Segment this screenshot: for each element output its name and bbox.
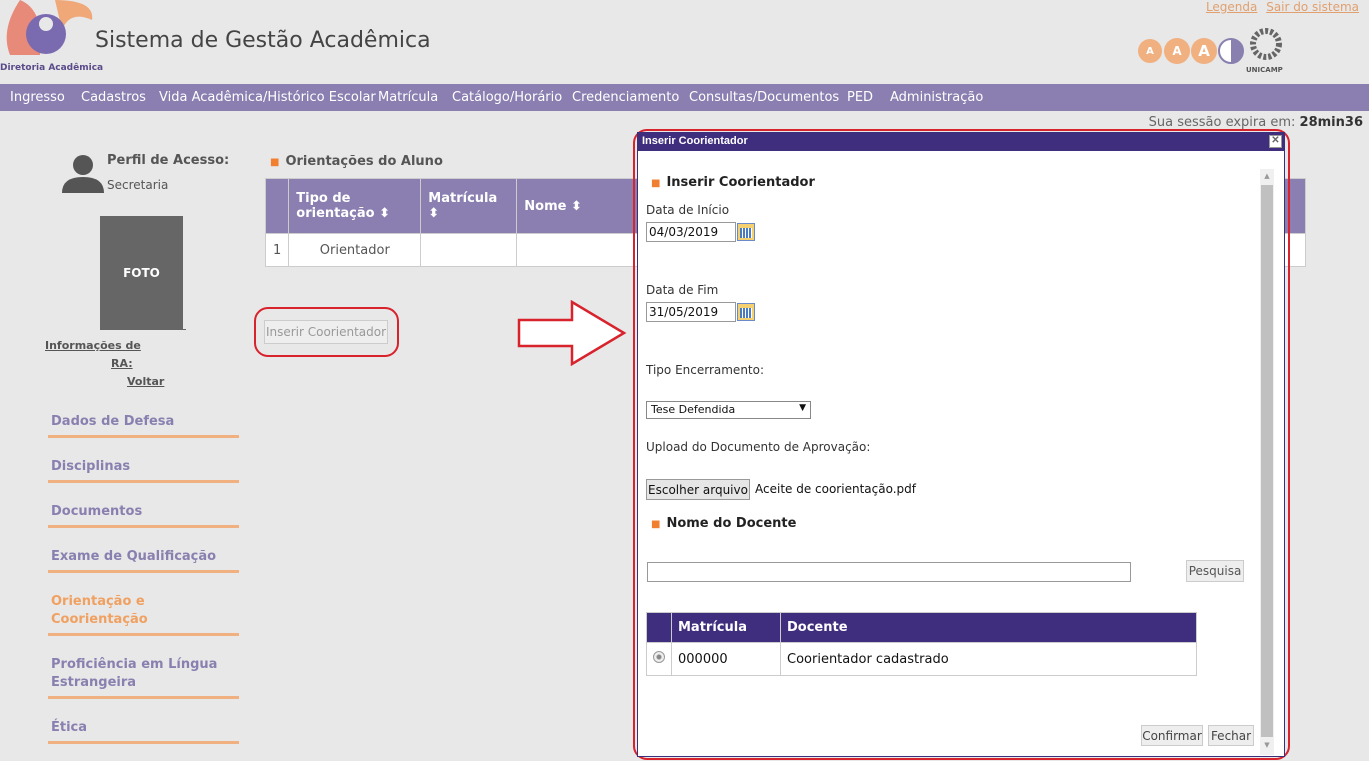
row-matricula	[420, 233, 518, 267]
docente-name-input[interactable]	[647, 562, 1131, 582]
dac-logo	[6, 0, 93, 55]
nav-administracao[interactable]: Administração	[890, 90, 983, 105]
nav-credenciamento[interactable]: Credenciamento	[572, 90, 679, 105]
nav-ingresso[interactable]: Ingresso	[10, 90, 65, 105]
profile-label: Perfil de Acesso:	[107, 153, 230, 168]
scroll-thumb[interactable]	[1261, 185, 1273, 737]
confirm-button[interactable]: Confirmar	[1141, 725, 1203, 746]
docente-section-title: ■ Nome do Docente	[651, 516, 796, 531]
dialog-section-title: ■ Inserir Coorientador	[651, 175, 815, 190]
font-large-button[interactable]: A	[1191, 38, 1217, 64]
end-date-input[interactable]	[646, 302, 736, 322]
docente-section-title-text: Nome do Docente	[666, 516, 797, 531]
bullet-icon: ■	[651, 519, 661, 530]
upload-label: Upload do Documento de Aprovação:	[646, 440, 871, 454]
nav-vida-academica[interactable]: Vida Acadêmica/Histórico Escolar	[159, 90, 376, 105]
logout-link[interactable]: Sair do sistema	[1266, 0, 1359, 14]
row-tipo: Orientador	[288, 233, 422, 267]
calendar-icon[interactable]	[737, 223, 755, 241]
column-docente: Docente	[780, 612, 1197, 643]
legend-link[interactable]: Legenda	[1206, 0, 1257, 14]
photo-border	[183, 329, 186, 330]
closure-type-select[interactable]: Tese Defendida ▼	[646, 401, 811, 419]
header: Diretoria Acadêmica Sistema de Gestão Ac…	[0, 0, 1369, 84]
dialog-titlebar: Inserir Coorientador ✕	[638, 133, 1284, 151]
font-small-button[interactable]: A	[1138, 39, 1162, 63]
app-title: Sistema de Gestão Acadêmica	[95, 28, 431, 53]
logo-subtitle: Diretoria Acadêmica	[0, 63, 104, 73]
column-matricula[interactable]: Matrícula ⬍	[420, 178, 518, 234]
arrow-right-icon	[517, 300, 627, 366]
sidebar-item-documentos[interactable]: Documentos	[48, 503, 239, 528]
sidebar-item-orientacao[interactable]: Orientação e Coorientação	[48, 593, 239, 636]
start-date-input[interactable]	[646, 222, 736, 242]
session-value: 28min36	[1299, 115, 1363, 130]
section-title-text: Orientações do Aluno	[285, 154, 443, 169]
calendar-icon[interactable]	[737, 303, 755, 321]
sidebar-item-exame-qualificacao[interactable]: Exame de Qualificação	[48, 548, 239, 573]
student-photo: FOTO	[100, 216, 183, 330]
nav-ped[interactable]: PED	[847, 90, 873, 105]
bullet-icon: ■	[270, 157, 280, 168]
search-button[interactable]: Pesquisa	[1186, 560, 1244, 582]
main-nav: Ingresso Cadastros Vida Acadêmica/Histór…	[0, 84, 1369, 111]
bullet-icon: ■	[651, 178, 661, 189]
column-tipo[interactable]: Tipo de orientação ⬍	[288, 178, 422, 234]
nav-cadastros[interactable]: Cadastros	[81, 90, 146, 105]
info-link[interactable]: Informações de	[45, 339, 141, 352]
sidebar-item-proficiencia[interactable]: Proficiência em Língua Estrangeira	[48, 656, 239, 699]
closure-type-value: Tese Defendida	[651, 403, 736, 416]
insert-coorientador-dialog: Inserir Coorientador ✕ ■ Inserir Coorient…	[637, 132, 1285, 757]
radio-column-header	[646, 612, 672, 643]
file-name: Aceite de coorientação.pdf	[755, 482, 916, 496]
index-column-header	[264, 178, 290, 234]
sidebar-item-dados-defesa[interactable]: Dados de Defesa	[48, 413, 239, 438]
nav-catalogo[interactable]: Catálogo/Horário	[452, 90, 562, 105]
dialog-scrollbar[interactable]: ▲ ▼	[1260, 169, 1274, 755]
closure-type-label: Tipo Encerramento:	[646, 363, 765, 377]
section-title: ■ Orientações do Aluno	[270, 154, 443, 169]
nav-matricula[interactable]: Matrícula	[378, 90, 438, 105]
choose-file-button[interactable]: Escolher arquivo	[646, 479, 750, 500]
top-links: Legenda Sair do sistema	[1206, 0, 1359, 14]
user-icon	[62, 155, 104, 193]
close-button[interactable]: Fechar	[1208, 725, 1254, 746]
unicamp-label: UNICAMP	[1246, 66, 1283, 74]
dialog-body: ■ Inserir Coorientador Data de Início Dat…	[638, 151, 1284, 756]
docente-results-table: Matrícula Docente 000000 Coorientador ca…	[646, 612, 1197, 676]
scroll-down-icon[interactable]: ▼	[1262, 741, 1272, 749]
session-timer: Sua sessão expira em: 28min36	[1149, 115, 1363, 130]
session-label: Sua sessão expira em:	[1148, 115, 1296, 130]
sidebar-item-etica[interactable]: Ética	[48, 719, 239, 744]
table-row[interactable]: 000000 Coorientador cadastrado	[646, 642, 1197, 676]
start-date-label: Data de Início	[646, 203, 730, 217]
dialog-section-title-text: Inserir Coorientador	[666, 175, 815, 190]
font-medium-button[interactable]: A	[1164, 38, 1190, 64]
insert-coorientador-button[interactable]: Inserir Coorientador	[264, 320, 388, 344]
dialog-title: Inserir Coorientador	[642, 135, 748, 147]
result-docente: Coorientador cadastrado	[780, 642, 1197, 676]
sidebar-item-disciplinas[interactable]: Disciplinas	[48, 458, 239, 483]
chevron-down-icon: ▼	[799, 403, 806, 413]
column-matricula: Matrícula	[671, 612, 781, 643]
select-radio[interactable]	[653, 651, 665, 663]
result-matricula: 000000	[671, 642, 781, 676]
scroll-up-icon[interactable]: ▲	[1262, 172, 1272, 180]
close-icon[interactable]: ✕	[1269, 135, 1282, 148]
back-link[interactable]: Voltar	[127, 375, 164, 388]
radio-cell	[646, 642, 672, 676]
contrast-icon[interactable]	[1218, 38, 1244, 64]
results-header-row: Matrícula Docente	[646, 612, 1197, 643]
profile-value: Secretaria	[107, 178, 169, 192]
nav-consultas[interactable]: Consultas/Documentos	[689, 90, 839, 105]
ra-link[interactable]: RA:	[111, 357, 133, 370]
row-index: 1	[264, 233, 290, 267]
end-date-label: Data de Fim	[646, 283, 719, 297]
